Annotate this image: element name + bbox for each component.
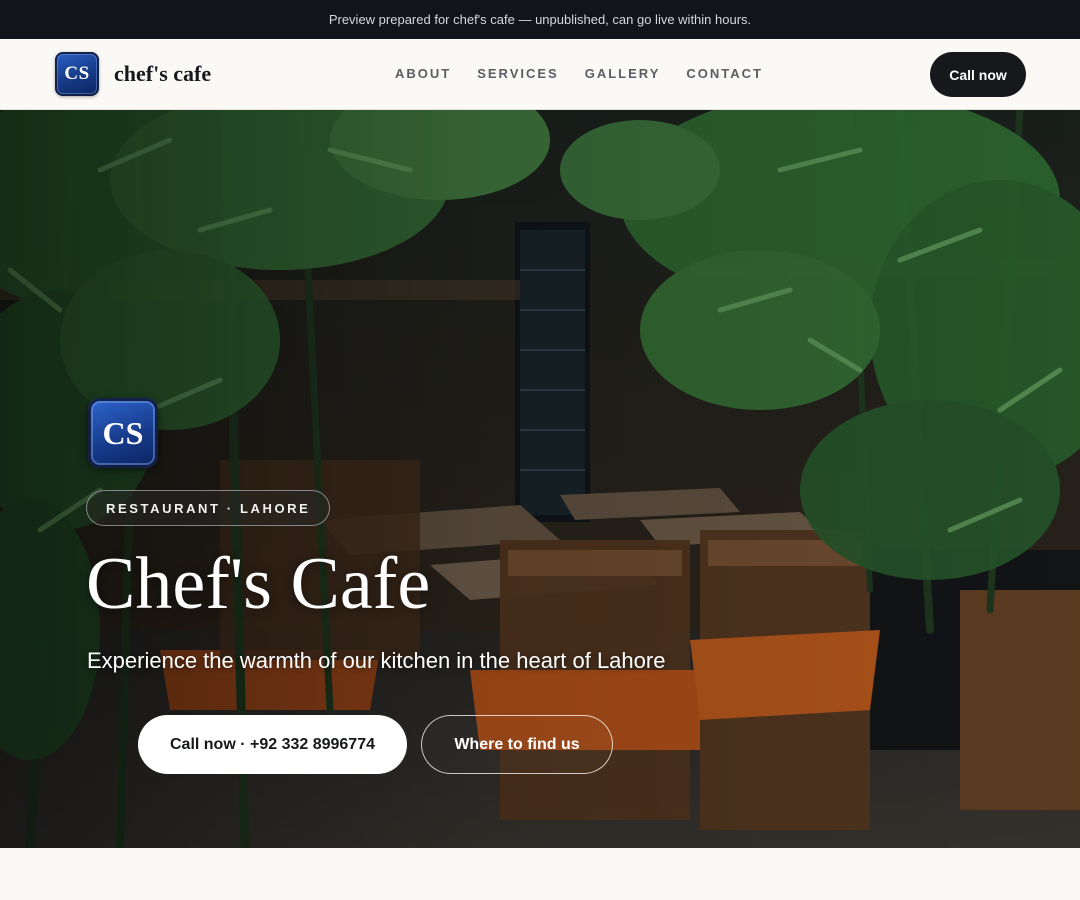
hero-category-badge: RESTAURANT · LAHORE — [86, 490, 331, 526]
preview-banner-text: Preview prepared for chef's cafe — unpub… — [328, 12, 752, 27]
hero-logo: CS — [88, 398, 158, 468]
nav-links: ABOUT SERVICES GALLERY CONTACT — [395, 66, 789, 81]
nav-call-now-button[interactable]: Call now — [930, 52, 1026, 97]
hero-logo-initials: CS — [102, 414, 144, 451]
brand-name[interactable]: chef's cafe — [114, 61, 211, 87]
brand-logo-initials: CS — [64, 63, 90, 84]
nav-link-gallery[interactable]: GALLERY — [585, 66, 661, 81]
nav-link-contact[interactable]: CONTACT — [686, 66, 763, 81]
nav-link-services[interactable]: SERVICES — [477, 66, 559, 81]
next-section — [0, 848, 1080, 900]
hero-subtitle: Experience the warmth of our kitchen in … — [87, 648, 666, 673]
brand-logo[interactable]: CS — [55, 52, 99, 96]
navbar: CS chef's cafe ABOUT SERVICES GALLERY CO… — [0, 39, 1080, 110]
hero-find-us-button[interactable]: Where to find us — [421, 715, 613, 774]
hero-title: Chef's Cafe — [86, 543, 431, 625]
nav-link-about[interactable]: ABOUT — [395, 66, 451, 81]
hero-category-text: RESTAURANT · LAHORE — [106, 500, 311, 516]
hero-call-now-button[interactable]: Call now · +92 332 8996774 — [138, 715, 407, 774]
hero-section: CS RESTAURANT · LAHORE Chef's Cafe Exper… — [0, 110, 1080, 848]
preview-banner: Preview prepared for chef's cafe — unpub… — [0, 0, 1080, 39]
